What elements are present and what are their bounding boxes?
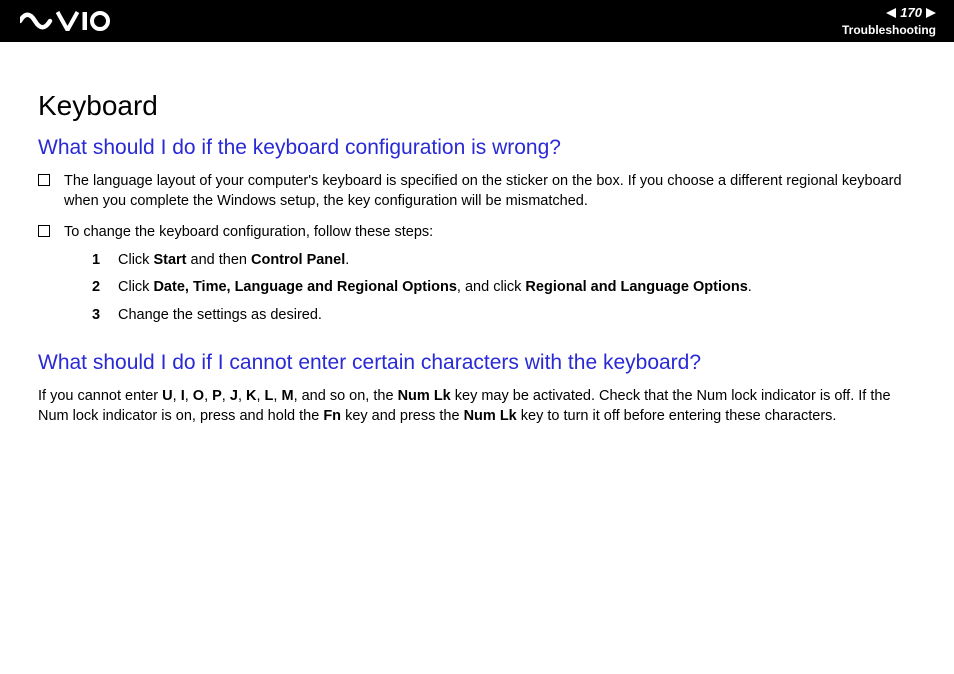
step-row: 3 Change the settings as desired.: [92, 306, 916, 326]
bullet-item: The language layout of your computer's k…: [38, 172, 916, 211]
content-area: Keyboard What should I do if the keyboar…: [0, 42, 954, 427]
bullet-icon: [38, 225, 50, 237]
bullet-item: To change the keyboard configuration, fo…: [38, 223, 916, 333]
step-row: 2 Click Date, Time, Language and Regiona…: [92, 278, 916, 298]
question-1-heading: What should I do if the keyboard configu…: [38, 136, 916, 160]
step-text: Click Start and then Control Panel.: [118, 251, 916, 271]
question-2-heading: What should I do if I cannot enter certa…: [38, 351, 916, 375]
page-nav: 170: [842, 5, 936, 21]
step-text: Click Date, Time, Language and Regional …: [118, 278, 916, 298]
section-label: Troubleshooting: [842, 23, 936, 37]
bullet-text: To change the keyboard configuration, fo…: [64, 223, 916, 333]
step-number: 1: [92, 251, 104, 271]
step-text: Change the settings as desired.: [118, 306, 916, 326]
header-bar: 170 Troubleshooting: [0, 0, 954, 42]
page-number: 170: [900, 5, 922, 21]
bullet-icon: [38, 174, 50, 186]
steps-list: 1 Click Start and then Control Panel. 2 …: [92, 251, 916, 326]
header-right: 170 Troubleshooting: [842, 5, 936, 37]
vaio-logo-svg: [20, 11, 110, 31]
prev-page-arrow-icon[interactable]: [886, 8, 896, 18]
bullet-intro: To change the keyboard configuration, fo…: [64, 224, 433, 240]
step-row: 1 Click Start and then Control Panel.: [92, 251, 916, 271]
step-number: 2: [92, 278, 104, 298]
answer-paragraph: If you cannot enter U, I, O, P, J, K, L,…: [38, 387, 916, 426]
bullet-text: The language layout of your computer's k…: [64, 172, 916, 211]
page-title: Keyboard: [38, 90, 916, 122]
next-page-arrow-icon[interactable]: [926, 8, 936, 18]
step-number: 3: [92, 306, 104, 326]
vaio-logo: [20, 0, 110, 42]
